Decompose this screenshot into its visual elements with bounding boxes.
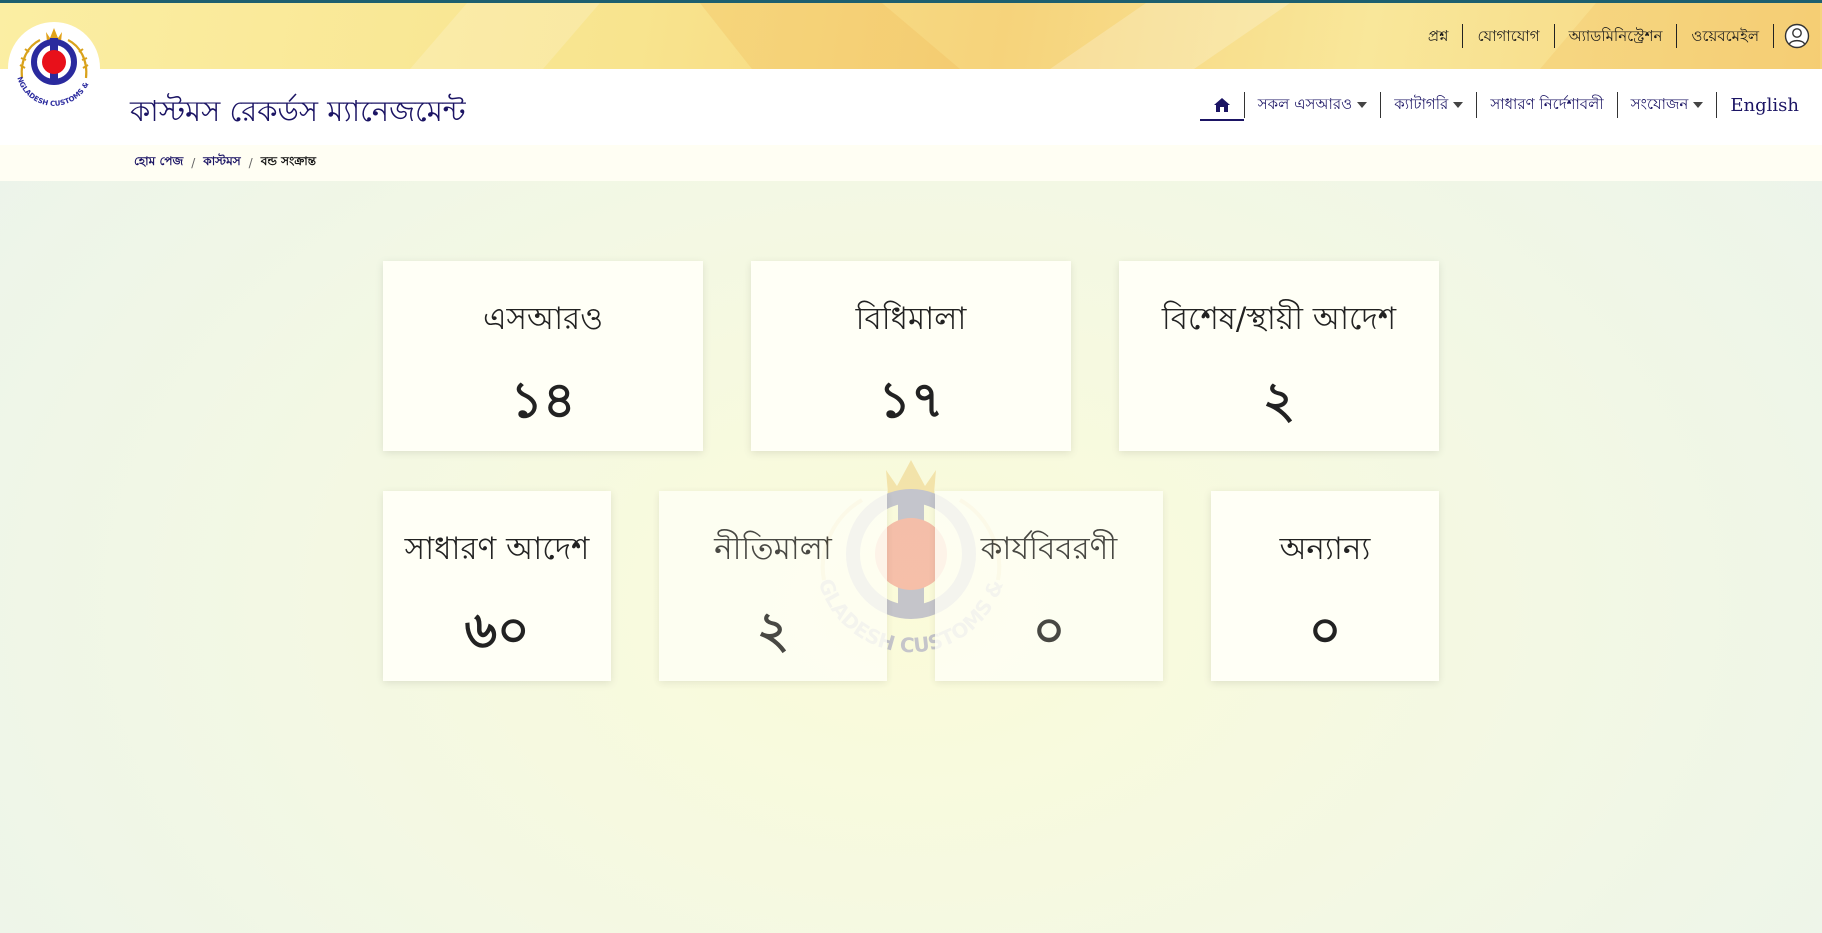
top-links: প্রশ্ন যোগাযোগ অ্যাডমিনিস্ট্রেশন ওয়েবমে… <box>1414 3 1810 69</box>
site-title[interactable]: কাস্টমস রেকর্ডস ম্যানেজমেন্ট <box>130 89 466 138</box>
caret-down-icon <box>1693 102 1704 108</box>
nav-home-link[interactable] <box>1199 97 1244 121</box>
breadcrumb-separator: / <box>191 156 196 170</box>
language-toggle[interactable]: English <box>1717 95 1812 116</box>
stat-card-title: বিধিমালা <box>855 301 967 337</box>
breadcrumb: হোম পেজ / কাস্টমস / বন্ড সংক্রান্ত <box>134 153 316 173</box>
nav-category-label: ক্যাটাগরি <box>1394 94 1449 113</box>
home-icon <box>1213 98 1230 112</box>
main-header: কাস্টমস রেকর্ডস ম্যানেজমেন্ট সকল এসআরও ক… <box>0 69 1822 145</box>
stat-card-title: বিশেষ/স্থায়ী আদেশ <box>1161 301 1397 337</box>
stat-card-special-orders[interactable]: বিশেষ/স্থায়ী আদেশ ২ <box>1119 261 1439 451</box>
stat-card-general-orders[interactable]: সাধারণ আদেশ ৬০ <box>383 491 611 681</box>
main-nav: সকল এসআরও ক্যাটাগরি সাধারণ নির্দেশাবলী স… <box>1199 87 1812 123</box>
breadcrumb-bar: হোম পেজ / কাস্টমস / বন্ড সংক্রান্ত <box>0 145 1822 181</box>
breadcrumb-current: বন্ড সংক্রান্ত <box>260 154 317 168</box>
stat-card-policies[interactable]: নীতিমালা ২ <box>659 491 887 681</box>
nav-addition-dropdown[interactable]: সংযোজন <box>1618 93 1717 118</box>
stat-card-rules[interactable]: বিধিমালা ১৭ <box>751 261 1071 451</box>
nav-general-instructions[interactable]: সাধারণ নির্দেশাবলী <box>1477 93 1616 118</box>
nav-addition-label: সংযোজন <box>1630 94 1689 113</box>
stat-card-title: এসআরও <box>482 301 604 337</box>
top-link-webmail[interactable]: ওয়েবমেইল <box>1677 24 1773 48</box>
caret-down-icon <box>1357 102 1368 108</box>
top-link-contact[interactable]: যোগাযোগ <box>1463 24 1553 48</box>
stat-card-title: অন্যান্য <box>1279 531 1371 567</box>
user-account-icon[interactable] <box>1784 23 1810 49</box>
stat-card-title: কার্যবিবরণী <box>980 531 1118 567</box>
stat-card-title: নীতিমালা <box>714 531 832 567</box>
divider <box>1773 24 1774 48</box>
stat-card-sro[interactable]: এসআরও ১৪ <box>383 261 703 451</box>
nav-all-sro-dropdown[interactable]: সকল এসআরও <box>1245 93 1380 118</box>
stat-card-count: ২ <box>756 600 790 659</box>
stat-card-count: ৬০ <box>464 600 530 659</box>
stat-card-count: ২ <box>1262 370 1296 429</box>
breadcrumb-home[interactable]: হোম পেজ <box>134 153 183 173</box>
stat-card-others[interactable]: অন্যান্য ০ <box>1211 491 1439 681</box>
top-link-questions[interactable]: প্রশ্ন <box>1414 24 1463 48</box>
nav-all-sro-label: সকল এসআরও <box>1257 94 1353 113</box>
stat-card-count: ০ <box>1032 600 1066 659</box>
stat-card-count: ১৪ <box>510 370 576 429</box>
nav-category-dropdown[interactable]: ক্যাটাগরি <box>1381 93 1476 118</box>
stat-card-minutes[interactable]: কার্যবিবরণী ০ <box>935 491 1163 681</box>
stat-card-count: ০ <box>1308 600 1342 659</box>
customs-logo[interactable]: BANGLADESH CUSTOMS & VAT <box>6 20 102 116</box>
breadcrumb-separator: / <box>248 156 253 170</box>
breadcrumb-customs[interactable]: কাস্টমস <box>203 153 240 173</box>
top-link-administration[interactable]: অ্যাডমিনিস্ট্রেশন <box>1555 24 1677 48</box>
stat-card-title: সাধারণ আদেশ <box>404 531 590 567</box>
caret-down-icon <box>1453 102 1464 108</box>
stat-card-count: ১৭ <box>878 370 944 429</box>
